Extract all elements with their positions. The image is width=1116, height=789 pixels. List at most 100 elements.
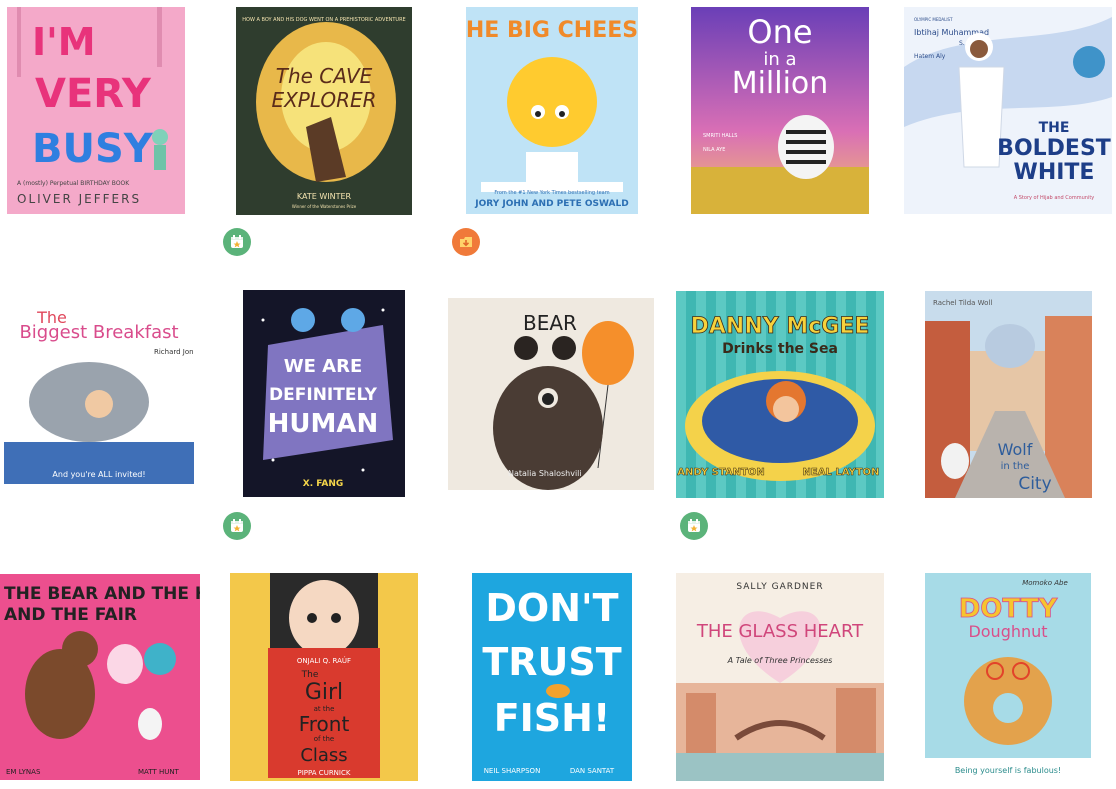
cover-title-line-5: of the <box>314 735 334 743</box>
calendar-star-icon <box>688 519 700 532</box>
cover-title-line-6: Class <box>300 745 347 766</box>
cover-art: DON'T TRUST FISH! NEIL SHARPSON DAN SANT… <box>472 573 632 781</box>
book-cover-boldest-white[interactable]: OLYMPIC MEDALIST Ibtihaj Muhammad S. K. … <box>904 7 1112 214</box>
cover-title-line-3: BUSY <box>32 126 154 172</box>
book-cover-girl-at-the-front-of-the-class[interactable]: ONJALI Q. RAÚF The Girl at the Front of … <box>230 573 418 781</box>
cover-author: Momoko Abe <box>1022 579 1068 587</box>
cover-art: HOW A BOY AND HIS DOG WENT ON A PREHISTO… <box>236 7 412 215</box>
book-cover-big-cheese[interactable]: THE BIG CHEESE From the #1 New York Time… <box>466 7 638 214</box>
cover-title-line-2: BOLDEST <box>997 136 1111 161</box>
cover-title-line-2: Doughnut <box>968 622 1047 641</box>
cover-title: THE BIG CHEESE <box>466 18 638 43</box>
cover-author-note: Winner of the Waterstones Prize <box>292 204 357 209</box>
cover-author: EM LYNAS <box>6 768 41 776</box>
cover-art: THE BIG CHEESE From the #1 New York Time… <box>466 7 638 214</box>
cover-author: NEIL SHARPSON <box>484 767 541 775</box>
cover-art: I'M VERY BUSY A (mostly) Perpetual BIRTH… <box>7 7 185 214</box>
cover-author: SMRITI HALLS <box>703 133 737 139</box>
cover-author: ONJALI Q. RAÚF <box>297 656 351 665</box>
cover-title-line-2: DEFINITELY <box>269 385 378 405</box>
cover-author: X. FANG <box>303 479 344 489</box>
cover-title-line-2: TRUST <box>482 640 621 684</box>
cover-title-line-1: DON'T <box>485 586 618 630</box>
book-cover-dont-trust-fish[interactable]: DON'T TRUST FISH! NEIL SHARPSON DAN SANT… <box>472 573 632 781</box>
book-cover-dotty-doughnut[interactable]: Momoko Abe DOTTY Doughnut Being yourself… <box>925 573 1091 781</box>
cover-art: Rachel Tilda Woll Wolf in the City <box>925 291 1092 498</box>
book-cover-one-in-a-million[interactable]: One in a Million SMRITI HALLS NILA AYE <box>691 7 869 214</box>
cover-author: OLIVER JEFFERS <box>17 192 141 206</box>
cover-title-line-2: VERY <box>35 71 152 117</box>
cover-tagline: From the #1 New York Times bestselling t… <box>494 190 609 196</box>
download-icon <box>460 237 472 247</box>
cover-subtitle: A (mostly) Perpetual BIRTHDAY BOOK <box>17 180 130 187</box>
cover-title-line-1: I'M <box>32 20 96 64</box>
cover-illustrator: DAN SANTAT <box>570 767 615 775</box>
cover-title-line-1: THE BEAR AND THE HARE <box>4 584 200 604</box>
calendar-star-icon <box>231 519 243 532</box>
cover-title-line-1: One <box>747 13 812 51</box>
cover-title-line-3: Million <box>732 66 829 101</box>
cover-title-line-3: WHITE <box>1014 160 1095 185</box>
cover-title-line-3: HUMAN <box>268 409 379 439</box>
cover-author: JORY JOHN AND PETE OSWALD <box>474 199 628 209</box>
cover-title-line-2: EXPLORER <box>271 88 376 112</box>
cover-title-line-1: The CAVE <box>276 64 373 88</box>
cover-illustrator: NILA AYE <box>703 147 725 153</box>
cover-art: The Biggest Breakfast Richard Jones And … <box>4 292 194 484</box>
cover-subtitle: A Story of Hijab and Community <box>1014 195 1095 201</box>
cover-art: BEAR Natalia Shaloshvili <box>448 298 654 490</box>
cover-illustrator: Hatem Aly <box>914 53 946 60</box>
available-calendar-star-icon[interactable] <box>223 512 251 540</box>
cover-subtitle: A Tale of Three Princesses <box>727 656 833 665</box>
cover-art: OLYMPIC MEDALIST Ibtihaj Muhammad S. K. … <box>904 7 1112 214</box>
cover-illustrator: PIPPA CURNICK <box>298 769 351 777</box>
cover-illustrator: MATT HUNT <box>138 768 180 776</box>
cover-title: BEAR <box>523 311 577 335</box>
cover-art: DANNY McGEE Drinks the Sea ANDY STANTON … <box>676 291 884 498</box>
calendar-star-icon <box>231 235 243 248</box>
download-badge[interactable] <box>452 228 480 256</box>
cover-author: ANDY STANTON <box>677 467 764 478</box>
available-calendar-star-icon[interactable] <box>223 228 251 256</box>
cover-title-line-2: Biggest Breakfast <box>19 322 178 343</box>
book-cover-wolf-in-the-city[interactable]: Rachel Tilda Woll Wolf in the City <box>925 291 1092 498</box>
cover-title-line-2: AND THE FAIR <box>4 605 137 625</box>
cover-author: KATE WINTER <box>297 192 352 201</box>
cover-title-line-1: The <box>301 670 319 680</box>
cover-author: SALLY GARDNER <box>736 582 823 592</box>
book-cover-bear[interactable]: BEAR Natalia Shaloshvili <box>448 298 654 490</box>
cover-title-line-2: Drinks the Sea <box>722 341 838 357</box>
book-cover-im-very-busy[interactable]: I'M VERY BUSY A (mostly) Perpetual BIRTH… <box>7 7 185 214</box>
cover-tagline: Being yourself is fabulous! <box>955 766 1061 775</box>
cover-tagline: And you're ALL invited! <box>52 470 145 479</box>
book-cover-glass-heart[interactable]: SALLY GARDNER THE GLASS HEART A Tale of … <box>676 573 884 781</box>
cover-author: Natalia Shaloshvili <box>508 469 582 478</box>
cover-art: WE ARE DEFINITELY HUMAN X. FANG <box>243 290 405 497</box>
cover-tagline: OLYMPIC MEDALIST <box>914 17 953 22</box>
available-calendar-star-icon[interactable] <box>680 512 708 540</box>
cover-title-line-1: DOTTY <box>959 594 1059 624</box>
cover-title-line-1: THE <box>1039 120 1070 136</box>
cover-art: THE BEAR AND THE HARE AND THE FAIR EM LY… <box>0 574 200 780</box>
cover-title-line-1: Wolf <box>998 440 1033 459</box>
book-cover-danny-mcgee[interactable]: DANNY McGEE Drinks the Sea ANDY STANTON … <box>676 291 884 498</box>
book-cover-we-are-definitely-human[interactable]: WE ARE DEFINITELY HUMAN X. FANG <box>243 290 405 497</box>
cover-title-line-2: Girl <box>305 680 343 705</box>
cover-title: THE GLASS HEART <box>696 621 864 642</box>
cover-art: ONJALI Q. RAÚF The Girl at the Front of … <box>230 573 418 781</box>
book-cover-cave-explorer[interactable]: HOW A BOY AND HIS DOG WENT ON A PREHISTO… <box>236 7 412 215</box>
cover-author: Rachel Tilda Woll <box>933 299 992 307</box>
cover-art: SALLY GARDNER THE GLASS HEART A Tale of … <box>676 573 884 781</box>
cover-art: One in a Million SMRITI HALLS NILA AYE <box>691 7 869 214</box>
book-cover-bear-and-hare-and-fair[interactable]: THE BEAR AND THE HARE AND THE FAIR EM LY… <box>0 574 200 780</box>
cover-tagline: HOW A BOY AND HIS DOG WENT ON A PREHISTO… <box>242 17 405 23</box>
cover-author: Richard Jones <box>154 348 194 356</box>
cover-title-line-2: in the <box>1001 461 1030 472</box>
cover-illustrator: NEAL LAYTON <box>803 467 880 478</box>
cover-art: Momoko Abe DOTTY Doughnut Being yourself… <box>925 573 1091 781</box>
book-cover-biggest-breakfast[interactable]: The Biggest Breakfast Richard Jones And … <box>4 292 194 484</box>
cover-title-line-1: DANNY McGEE <box>691 314 870 339</box>
cover-title-line-1: WE ARE <box>284 356 363 377</box>
cover-title-line-3: City <box>1018 474 1051 494</box>
cover-title-line-4: Front <box>299 712 350 736</box>
